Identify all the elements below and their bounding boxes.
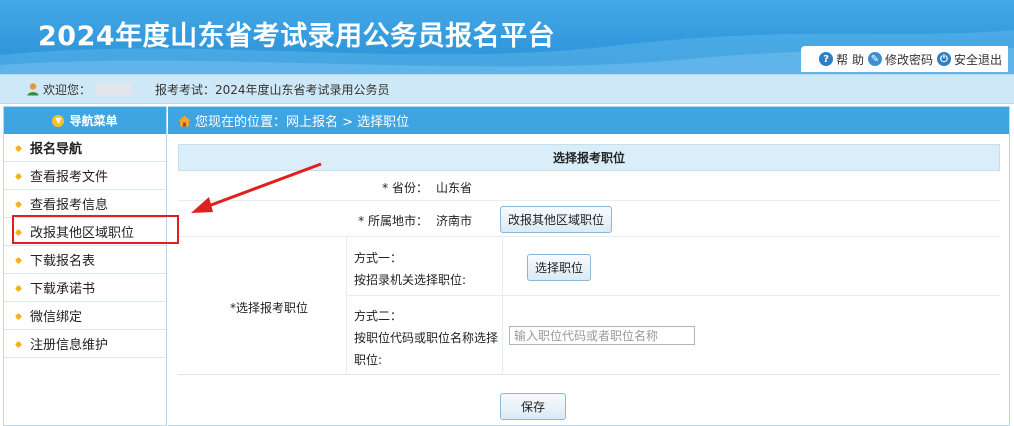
sidebar-item-view-documents[interactable]: 查看报考文件 — [4, 162, 166, 190]
position-select-label: *选择报考职位 — [229, 301, 308, 315]
info-bar: 欢迎您： 报考考试：2024年度山东省考试录用公务员 — [0, 74, 1014, 104]
change-password-label: 修改密码 — [884, 52, 933, 67]
province-row: * 省份： 山东省 — [178, 171, 1000, 201]
sidebar-item-label: 下载报名表 — [30, 254, 96, 269]
city-value: 济南市 — [436, 214, 473, 228]
sidebar-item-label: 报名导航 — [30, 142, 83, 157]
power-icon: ⏻ — [936, 52, 951, 66]
main-panel: 您现在的位置：网上报名 > 选择职位 选择报考职位 * 省份： 山东省 * 所属… — [168, 106, 1010, 426]
welcome-text: 欢迎您： — [43, 82, 92, 97]
sidebar-item-download-form[interactable]: 下载报名表 — [4, 246, 166, 274]
breadcrumb: 您现在的位置：网上报名 > 选择职位 — [168, 107, 1009, 134]
home-icon — [178, 115, 191, 126]
chevron-down-icon: ▼ — [52, 114, 65, 127]
sidebar: ▼ 导航菜单 报名导航 查看报考文件 查看报考信息 改报其他区域职位 下载报名表… — [3, 106, 167, 426]
sidebar-item-label: 查看报考信息 — [30, 198, 109, 213]
method2-desc-line2: 职位: — [354, 353, 383, 367]
position-form: 选择报考职位 * 省份： 山东省 * 所属地市： 济南市 改报其他区域职位 *选… — [178, 144, 1000, 421]
sidebar-item-label: 改报其他区域职位 — [30, 226, 135, 241]
method1-title: 方式一： — [354, 251, 403, 265]
city-label: * 所属地市： — [358, 214, 428, 228]
method1-desc: 按招录机关选择职位: — [354, 273, 467, 287]
select-position-button[interactable]: 选择职位 — [527, 254, 592, 281]
change-region-button[interactable]: 改报其他区域职位 — [500, 206, 613, 233]
save-row: 保存 — [178, 375, 1000, 421]
sidebar-item-account-maintenance[interactable]: 注册信息维护 — [4, 330, 166, 358]
sidebar-item-label: 注册信息维护 — [30, 338, 109, 353]
column-divider — [502, 237, 503, 375]
sidebar-item-view-info[interactable]: 查看报考信息 — [4, 190, 166, 218]
sidebar-item-wechat-binding[interactable]: 微信绑定 — [4, 302, 166, 330]
method2-title: 方式二： — [354, 309, 403, 323]
header-tools: ? 帮 助 ✎ 修改密码 ⏻ 安全退出 — [801, 46, 1008, 72]
help-link[interactable]: ? 帮 助 — [819, 51, 864, 68]
column-divider — [346, 237, 347, 375]
position-search-input[interactable] — [509, 326, 695, 345]
help-icon: ? — [819, 52, 834, 66]
sidebar-item-download-pledge[interactable]: 下载承诺书 — [4, 274, 166, 302]
header-banner: 2024年度山东省考试录用公务员报名平台 ? 帮 助 ✎ 修改密码 ⏻ 安全退出 — [0, 0, 1014, 74]
position-select-row: *选择报考职位 方式一： 按招录机关选择职位: 选择职位 方式二： 按职位代码或… — [178, 237, 1000, 375]
help-label: 帮 助 — [836, 52, 864, 67]
breadcrumb-text: 您现在的位置：网上报名 > 选择职位 — [195, 115, 410, 130]
sidebar-item-registration-nav[interactable]: 报名导航 — [4, 134, 166, 162]
sidebar-item-label: 查看报考文件 — [30, 170, 109, 185]
sidebar-header-label: 导航菜单 — [69, 114, 118, 128]
logout-label: 安全退出 — [953, 52, 1002, 67]
sidebar-item-change-region[interactable]: 改报其他区域职位 — [4, 218, 166, 246]
password-icon: ✎ — [867, 52, 882, 66]
user-icon — [27, 83, 39, 96]
city-row: * 所属地市： 济南市 改报其他区域职位 — [178, 201, 1000, 237]
app-title: 2024年度山东省考试录用公务员报名平台 — [38, 21, 556, 52]
sidebar-item-label: 微信绑定 — [30, 310, 83, 325]
username-redacted — [95, 82, 134, 96]
exam-text: 报考考试：2024年度山东省考试录用公务员 — [155, 82, 390, 97]
province-label: * 省份： — [382, 181, 428, 195]
change-password-link[interactable]: ✎ 修改密码 — [867, 51, 933, 68]
sidebar-item-label: 下载承诺书 — [30, 282, 96, 297]
logout-link[interactable]: ⏻ 安全退出 — [936, 51, 1002, 68]
sidebar-header: ▼ 导航菜单 — [4, 107, 166, 134]
form-title: 选择报考职位 — [178, 144, 1000, 171]
save-button[interactable]: 保存 — [500, 393, 567, 420]
method2-desc-line1: 按职位代码或职位名称选择 — [354, 331, 499, 345]
method-divider — [347, 295, 1000, 296]
province-value: 山东省 — [436, 181, 473, 195]
